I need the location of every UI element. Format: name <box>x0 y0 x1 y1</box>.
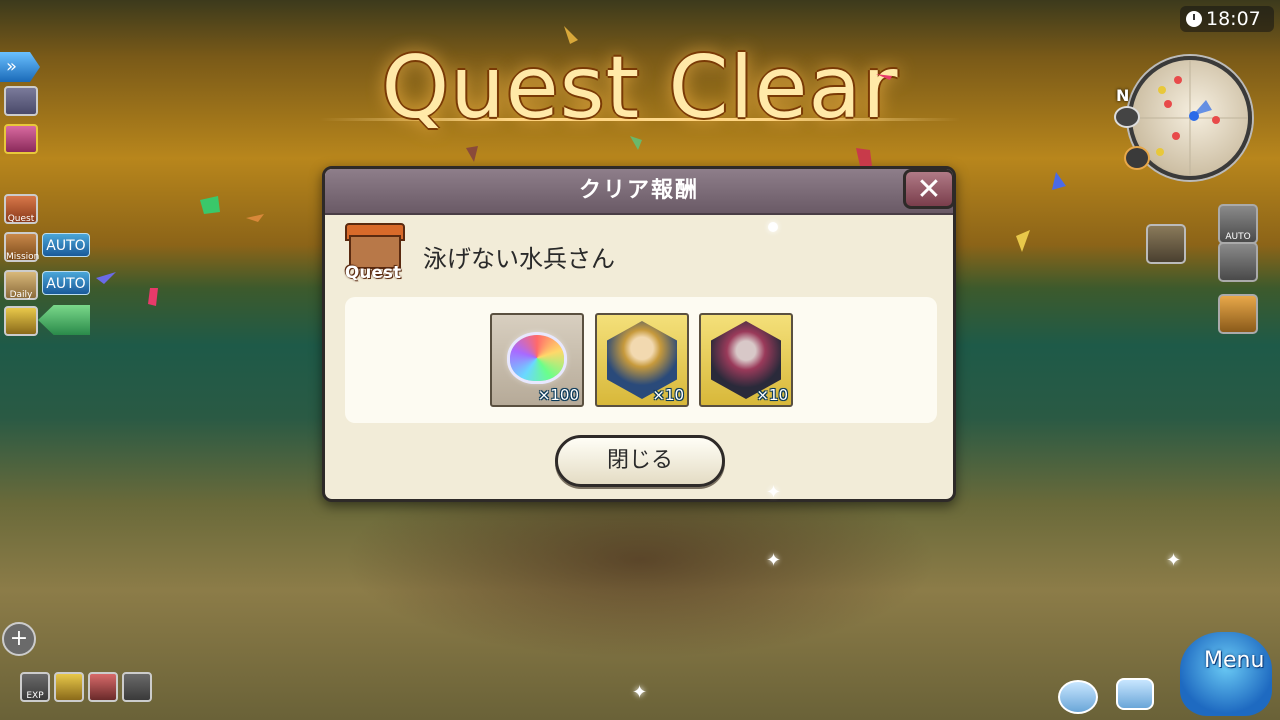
sparkle-icon: ✦ <box>632 682 648 703</box>
sparkle-icon: ✦ <box>1166 550 1182 571</box>
sparkle-icon: ✦ <box>766 482 782 503</box>
sparkle-icon: ✦ <box>766 550 782 571</box>
sparkle-dot <box>768 222 778 232</box>
confetti-decoration <box>96 26 1066 306</box>
